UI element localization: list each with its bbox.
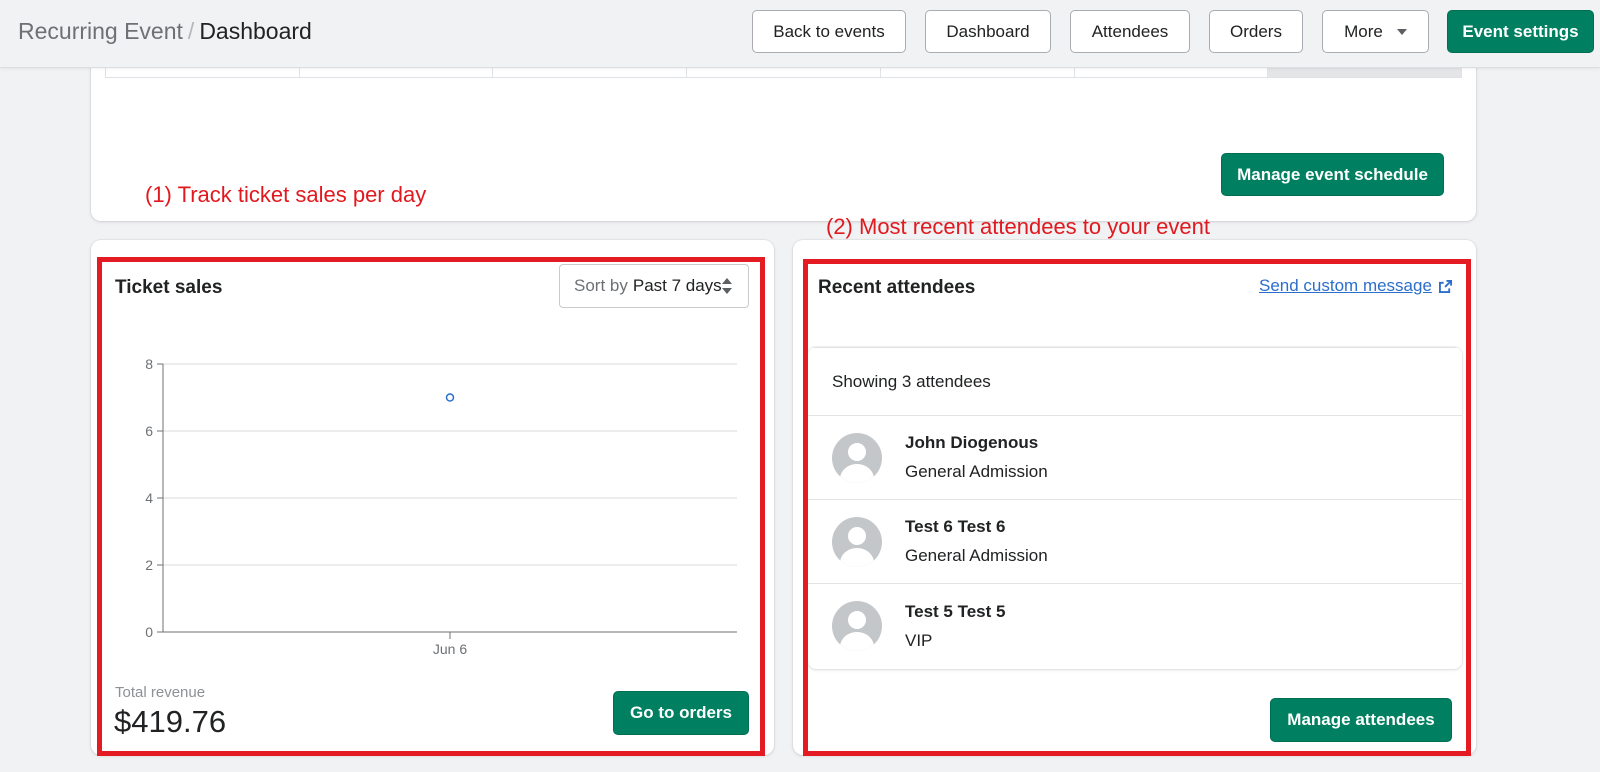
attendee-ticket: VIP	[905, 630, 933, 650]
chart-y-tick-label: 6	[145, 423, 153, 439]
manage-attendees-button[interactable]: Manage attendees	[1270, 698, 1452, 742]
schedule-cell	[1075, 68, 1269, 77]
go-to-orders-button[interactable]: Go to orders	[613, 691, 749, 735]
annotation-recent-attendees: (2) Most recent attendees to your event	[826, 214, 1210, 239]
breadcrumb-parent[interactable]: Recurring Event	[18, 18, 183, 44]
chart-point	[445, 393, 455, 402]
attendee-count: Showing 3 attendees	[808, 347, 1462, 416]
chart-y-tick-label: 8	[145, 356, 153, 372]
orders-button[interactable]: Orders	[1209, 10, 1303, 53]
schedule-cell	[493, 68, 688, 77]
send-custom-message-link[interactable]: Send custom message	[1259, 276, 1452, 296]
annotation-ticket-sales: (1) Track ticket sales per day	[145, 182, 427, 207]
recent-attendees-title: Recent attendees	[818, 277, 976, 298]
ticket-sales-chart: 0 2 4 6 8 Jun 6	[145, 356, 737, 657]
attendee-row[interactable]: John Diogenous General Admission	[808, 416, 1462, 500]
avatar-icon	[832, 432, 882, 483]
total-revenue-label: Total revenue	[115, 684, 206, 701]
breadcrumb: Recurring Event / Dashboard	[18, 18, 312, 45]
sort-value: Past 7 days	[632, 276, 722, 295]
schedule-cell	[106, 68, 300, 77]
avatar-icon	[832, 601, 882, 651]
sort-select[interactable]: Sort by Past 7 days	[559, 264, 749, 308]
attendee-row[interactable]: Test 5 Test 5 VIP	[808, 584, 1462, 668]
chart-y-tick-label: 0	[145, 624, 153, 640]
attendees-button[interactable]: Attendees	[1070, 10, 1190, 53]
schedule-cell	[1268, 68, 1462, 77]
avatar-icon	[832, 516, 882, 567]
attendee-list: Showing 3 attendees John Diogenous Gener…	[808, 347, 1462, 669]
breadcrumb-current: Dashboard	[199, 18, 312, 44]
attendee-ticket: General Admission	[905, 462, 1048, 481]
schedule-cell	[881, 68, 1075, 77]
manage-event-schedule-button[interactable]: Manage event schedule	[1221, 153, 1444, 196]
select-arrows-icon	[722, 278, 732, 294]
chart-x-tick-label: Jun 6	[433, 641, 467, 657]
ticket-sales-title: Ticket sales	[115, 277, 223, 298]
send-custom-message-label: Send custom message	[1259, 276, 1432, 295]
more-button[interactable]: More	[1322, 10, 1429, 53]
top-bar: Recurring Event / Dashboard Back to events…	[0, 0, 1600, 68]
dashboard-button[interactable]: Dashboard	[925, 10, 1051, 53]
chart-y-tick-label: 2	[145, 557, 153, 573]
caret-down-icon	[1396, 28, 1407, 35]
breadcrumb-separator: /	[187, 18, 195, 44]
event-settings-button[interactable]: Event settings	[1447, 10, 1594, 53]
attendee-name: Test 5 Test 5	[905, 601, 1006, 621]
more-label: More	[1344, 21, 1383, 41]
chart-y-tick-label: 4	[145, 490, 153, 506]
attendee-row[interactable]: Test 6 Test 6 General Admission	[808, 500, 1462, 584]
attendee-name: Test 6 Test 6	[905, 517, 1006, 536]
schedule-cell	[687, 68, 881, 77]
attendee-ticket: General Admission	[905, 546, 1048, 565]
total-revenue-value: $419.76	[114, 704, 227, 739]
back-to-events-button[interactable]: Back to events	[752, 10, 906, 53]
sort-prefix: Sort by	[574, 276, 628, 295]
schedule-table	[105, 68, 1462, 78]
external-link-icon	[1438, 279, 1452, 293]
schedule-cell	[300, 68, 494, 77]
attendee-name: John Diogenous	[905, 433, 1039, 452]
